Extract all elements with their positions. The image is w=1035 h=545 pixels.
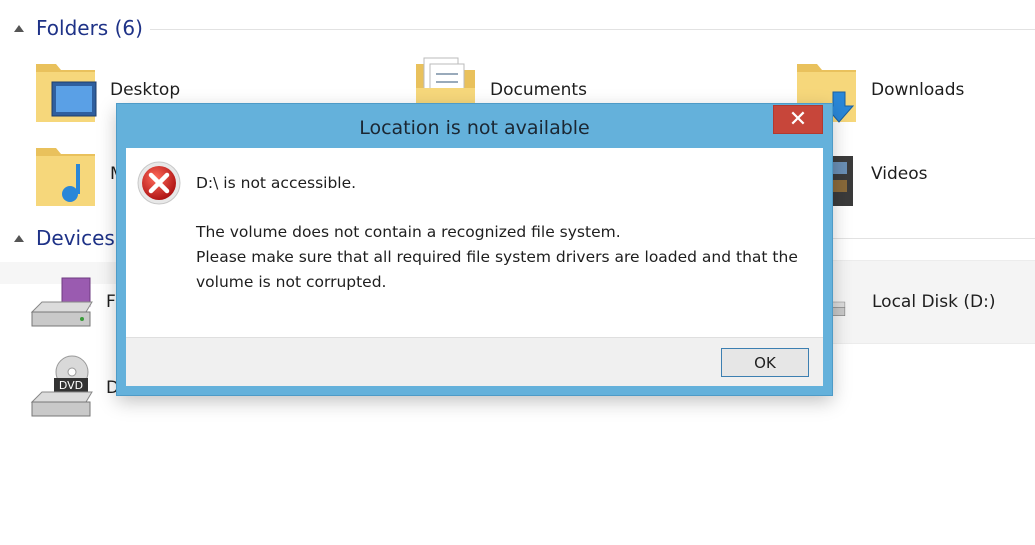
group-divider	[150, 29, 1035, 30]
device-item-local-disk-d[interactable]: Local Disk (D:)	[822, 264, 995, 340]
device-item-dvd[interactable]: DVD D	[28, 350, 119, 426]
error-message-line-3: volume is not corrupted.	[196, 273, 387, 291]
close-icon: ✕	[788, 107, 808, 132]
group-header-label: Folders (6)	[36, 16, 143, 40]
collapse-arrow-icon	[14, 24, 24, 32]
group-header-folders[interactable]: Folders (6)	[14, 16, 143, 40]
dialog-footer: OK	[126, 337, 823, 386]
group-header-devices[interactable]: Devices	[14, 226, 115, 250]
device-label: Local Disk (D:)	[872, 292, 996, 312]
collapse-arrow-icon	[14, 234, 24, 242]
ok-button[interactable]: OK	[721, 348, 809, 377]
device-item-floppy[interactable]: F	[28, 264, 116, 340]
error-message-line-2: Please make sure that all required file …	[196, 248, 798, 266]
group-header-label: Devices	[36, 226, 115, 250]
dialog-body: D:\ is not accessible. The volume does n…	[126, 148, 823, 337]
device-label: F	[106, 292, 116, 312]
desktop-folder-icon	[36, 64, 97, 122]
error-dialog: Location is not available ✕ D:\ is not a…	[117, 104, 832, 395]
error-message-line-1: The volume does not contain a recognized…	[196, 223, 621, 241]
folder-label: Videos	[871, 164, 928, 184]
dvd-drive-icon: DVD	[30, 355, 93, 417]
folder-label: Downloads	[871, 80, 965, 100]
dialog-title: Location is not available	[359, 117, 590, 139]
folder-label: Desktop	[110, 80, 181, 100]
floppy-drive-icon	[30, 277, 93, 327]
folder-label: Documents	[490, 80, 587, 100]
error-heading: D:\ is not accessible.	[196, 174, 357, 192]
music-folder-icon	[36, 148, 95, 206]
error-icon	[137, 161, 181, 205]
folder-item-music[interactable]: M	[32, 136, 125, 212]
close-button[interactable]: ✕	[773, 105, 823, 134]
dvd-badge: DVD	[59, 379, 83, 392]
